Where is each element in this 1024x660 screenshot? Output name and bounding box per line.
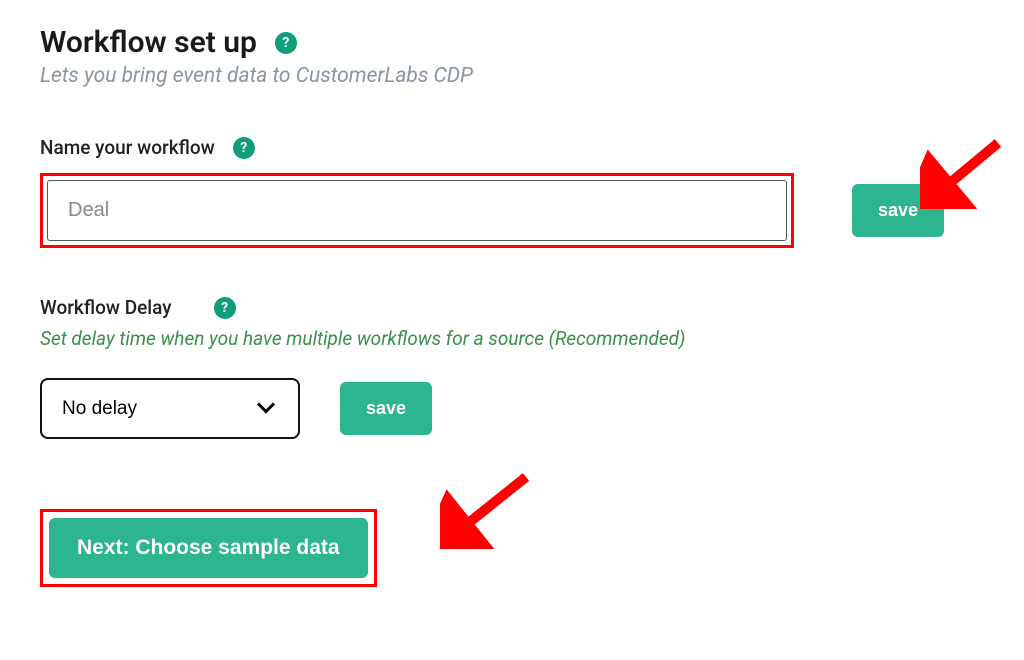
highlight-box (40, 173, 794, 248)
next-button[interactable]: Next: Choose sample data (49, 518, 368, 578)
delay-select[interactable]: No delay (40, 378, 300, 439)
workflow-delay-label: Workflow Delay (40, 296, 172, 319)
name-workflow-label: Name your workflow (40, 136, 215, 159)
delay-select-wrap: No delay (40, 378, 300, 439)
name-workflow-section: Name your workflow ? save (40, 136, 984, 248)
arrow-icon (920, 137, 1010, 209)
name-workflow-label-row: Name your workflow ? (40, 136, 255, 159)
help-icon[interactable]: ? (233, 137, 255, 159)
help-icon[interactable]: ? (275, 32, 297, 54)
page-title: Workflow set up (40, 25, 257, 60)
name-workflow-row: save (40, 173, 984, 248)
save-delay-button[interactable]: save (340, 382, 432, 435)
workflow-delay-label-row: Workflow Delay ? (40, 296, 236, 319)
page-title-row: Workflow set up ? (40, 25, 297, 60)
workflow-name-input[interactable] (47, 180, 787, 241)
next-button-row: Next: Choose sample data (40, 509, 377, 587)
workflow-delay-row: No delay save (40, 378, 984, 439)
help-icon[interactable]: ? (214, 297, 236, 319)
page-subtitle: Lets you bring event data to CustomerLab… (40, 64, 984, 88)
workflow-delay-section: Workflow Delay ? Set delay time when you… (40, 296, 984, 439)
arrow-icon (440, 471, 540, 549)
highlight-box: Next: Choose sample data (40, 509, 377, 587)
workflow-delay-description: Set delay time when you have multiple wo… (40, 327, 984, 350)
